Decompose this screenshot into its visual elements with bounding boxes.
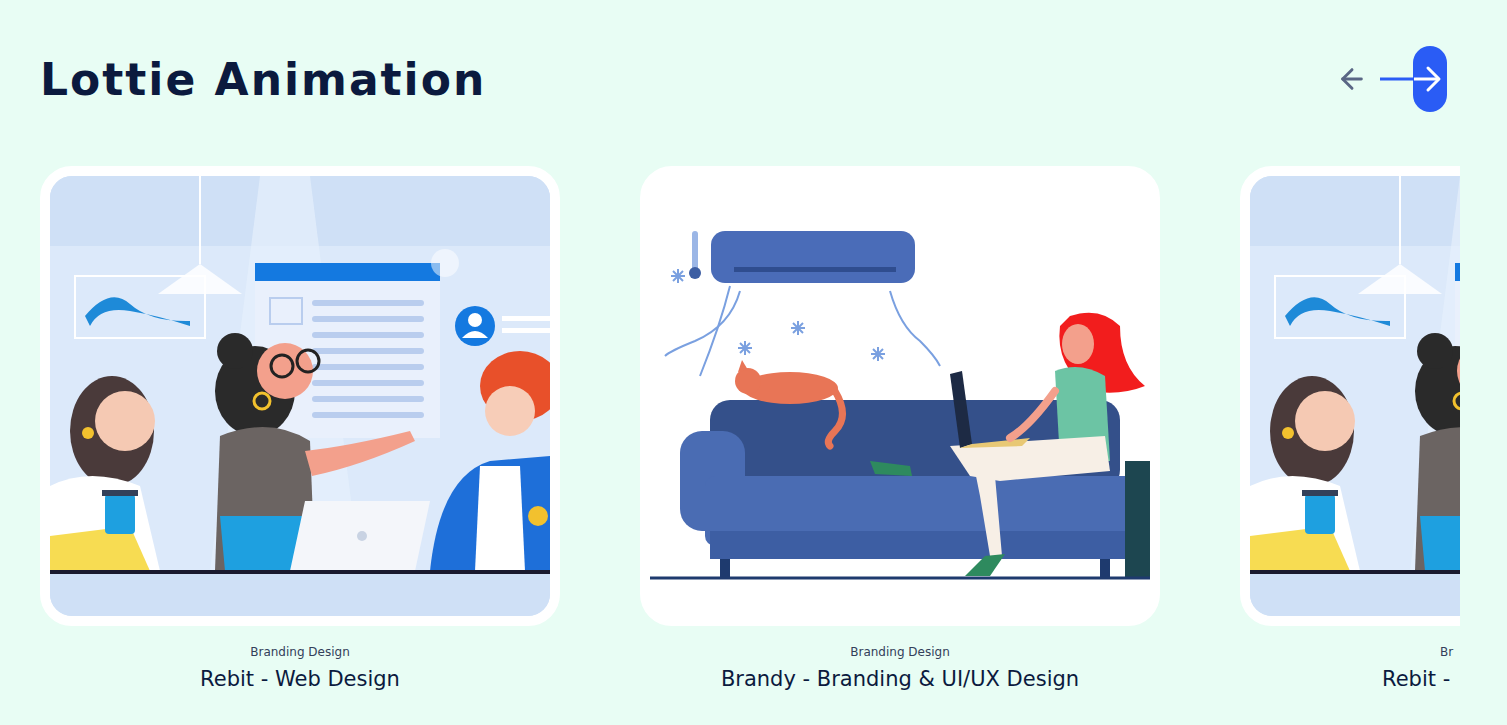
section-title: Lottie Animation <box>40 54 486 105</box>
portfolio-section: Lottie Animation Branding Design Rebit - W… <box>0 0 1507 725</box>
card-category: Br <box>1240 645 1453 659</box>
card-title: Rebit - <box>1240 667 1450 691</box>
section-header: Lottie Animation <box>40 46 1507 112</box>
carousel-track: Branding DesignRebit - Web DesignBrandin… <box>40 166 1460 691</box>
card-title: Brandy - Branding & UI/UX Design <box>721 667 1079 691</box>
sofa-illustration-icon <box>650 176 1150 616</box>
card-title: Rebit - Web Design <box>200 667 400 691</box>
card-caption: Branding Design Brandy - Branding & UI/UX… <box>640 626 1160 691</box>
arrow-right-icon <box>1378 46 1448 112</box>
team-illustration-icon <box>50 176 550 616</box>
card-image <box>640 166 1160 626</box>
carousel-nav <box>1332 46 1448 112</box>
card-image <box>1240 166 1460 626</box>
card-category: Branding Design <box>850 645 950 659</box>
project-card[interactable]: Br Rebit - <box>1240 166 1460 691</box>
prev-button[interactable] <box>1332 46 1372 112</box>
next-button[interactable] <box>1378 46 1448 112</box>
project-card[interactable]: Branding Design Rebit - Web Design <box>40 166 560 691</box>
card-category: Branding Design <box>250 645 350 659</box>
card-caption: Branding Design Rebit - Web Design <box>40 626 560 691</box>
card-caption: Br Rebit - <box>1240 626 1460 691</box>
project-card[interactable]: Branding Design Brandy - Branding & UI/UX… <box>640 166 1160 691</box>
card-image <box>40 166 560 626</box>
team-illustration-icon <box>1250 176 1460 616</box>
arrow-left-icon <box>1336 63 1368 95</box>
